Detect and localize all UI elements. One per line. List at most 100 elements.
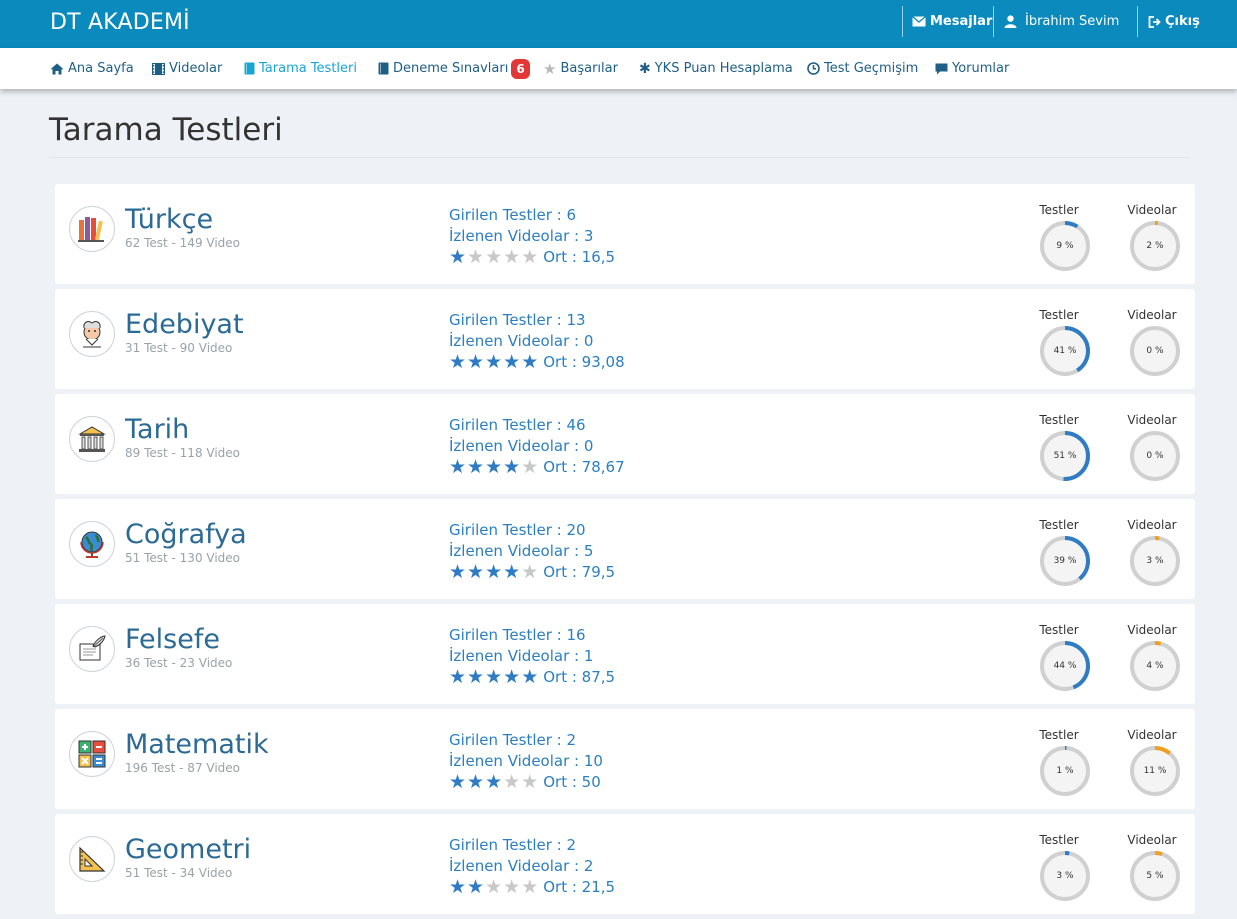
tests-gauge-label: Testler xyxy=(1039,203,1079,217)
nav-item-yks-puan-hesaplama[interactable]: ✱ YKS Puan Hesaplama xyxy=(639,48,793,89)
subject-name[interactable]: Türkçe xyxy=(125,204,213,235)
tests-gauge-label: Testler xyxy=(1039,518,1079,532)
rating-star: ★ xyxy=(503,771,521,793)
subject-meta: 31 Test - 90 Video xyxy=(125,341,233,355)
subject-meta: 89 Test - 118 Video xyxy=(125,446,241,460)
divider xyxy=(902,6,903,37)
subject-name[interactable]: Matematik xyxy=(125,729,269,760)
rating-star: ★ xyxy=(521,876,539,898)
subject-card[interactable]: Türkçe 62 Test - 149 Video Girilen Testler… xyxy=(55,184,1195,284)
tests-progress-value: 39 % xyxy=(1053,556,1077,566)
tests-progress-gauge: 3 % xyxy=(1039,850,1091,902)
nav-item-basarilar[interactable]: ★ Başarılar xyxy=(543,48,618,89)
brand-logo[interactable]: DT AKADEMİ xyxy=(50,10,190,35)
rating-stars: ★ ★ ★ ★ ★ Ort : 93,08 xyxy=(449,352,625,373)
nav-item-ana-sayfa[interactable]: Ana Sayfa xyxy=(50,48,134,89)
user-name: İbrahim Sevim xyxy=(1025,14,1120,29)
nav-item-deneme-sinavlari[interactable]: Deneme Sınavları 6 xyxy=(378,48,530,89)
rating-star: ★ xyxy=(503,456,521,478)
poet-icon xyxy=(69,311,115,357)
subject-card[interactable]: Geometri 51 Test - 34 Video Girilen Testle… xyxy=(55,814,1195,914)
subject-name[interactable]: Felsefe xyxy=(125,624,220,655)
videos-progress-gauge: 11 % xyxy=(1129,745,1181,797)
videos-progress-gauge: 2 % xyxy=(1129,220,1181,272)
star-icon: ★ xyxy=(543,59,557,78)
rating-star: ★ xyxy=(521,456,539,478)
videos-watched: İzlenen Videolar : 1 xyxy=(449,647,594,665)
subject-name[interactable]: Tarih xyxy=(125,414,189,445)
subject-meta: 62 Test - 149 Video xyxy=(125,236,241,250)
rating-star: ★ xyxy=(467,351,485,373)
videos-progress-value: 3 % xyxy=(1146,556,1164,566)
rating-star: ★ xyxy=(485,876,503,898)
subject-card[interactable]: Coğrafya 51 Test - 130 Video Girilen Testl… xyxy=(55,499,1195,599)
tests-progress-gauge: 39 % xyxy=(1039,535,1091,587)
rating-stars: ★ ★ ★ ★ ★ Ort : 79,5 xyxy=(449,562,615,583)
logout-link[interactable]: Çıkış xyxy=(1148,6,1200,37)
subject-name[interactable]: Geometri xyxy=(125,834,251,865)
videos-progress-value: 4 % xyxy=(1146,661,1164,671)
rating-star: ★ xyxy=(449,351,467,373)
rating-stars: ★ ★ ★ ★ ★ Ort : 16,5 xyxy=(449,247,615,268)
videos-gauge-label: Videolar xyxy=(1127,413,1177,427)
videos-watched: İzlenen Videolar : 3 xyxy=(449,227,594,245)
tests-entered: Girilen Testler : 13 xyxy=(449,311,586,329)
videos-progress-value: 11 % xyxy=(1143,766,1167,776)
nav-item-videolar[interactable]: Videolar xyxy=(152,48,222,89)
average-score: Ort : 93,08 xyxy=(543,353,625,371)
subject-card[interactable]: Tarih 89 Test - 118 Video Girilen Testler … xyxy=(55,394,1195,494)
videos-watched: İzlenen Videolar : 10 xyxy=(449,752,603,770)
globe-icon xyxy=(69,521,115,567)
messages-link[interactable]: Mesajlar xyxy=(912,6,992,37)
rating-star: ★ xyxy=(521,561,539,583)
user-menu[interactable]: İbrahim Sevim xyxy=(1004,6,1119,37)
videos-watched: İzlenen Videolar : 2 xyxy=(449,857,594,875)
nav-item-tarama-testleri[interactable]: Tarama Testleri xyxy=(244,48,357,89)
videos-watched: İzlenen Videolar : 5 xyxy=(449,542,594,560)
average-score: Ort : 78,67 xyxy=(543,458,625,476)
videos-gauge-label: Videolar xyxy=(1127,728,1177,742)
page-title: Tarama Testleri xyxy=(49,112,283,148)
subject-meta: 36 Test - 23 Video xyxy=(125,656,233,670)
logout-label: Çıkış xyxy=(1165,14,1200,29)
rating-star: ★ xyxy=(503,246,521,268)
nav-item-yorumlar[interactable]: Yorumlar xyxy=(935,48,1009,89)
subject-card[interactable]: Felsefe 36 Test - 23 Video Girilen Testler… xyxy=(55,604,1195,704)
subject-name[interactable]: Coğrafya xyxy=(125,519,247,550)
videos-gauge-label: Videolar xyxy=(1127,518,1177,532)
film-icon xyxy=(152,62,165,75)
sign-out-icon xyxy=(1148,15,1161,28)
subject-card[interactable]: Edebiyat 31 Test - 90 Video Girilen Testle… xyxy=(55,289,1195,389)
messages-label: Mesajlar xyxy=(930,14,993,29)
rating-star: ★ xyxy=(503,876,521,898)
tests-progress-value: 51 % xyxy=(1053,451,1077,461)
subject-stats: Girilen Testler : 2 İzlenen Videolar : 2 ★… xyxy=(449,835,615,899)
subject-meta: 196 Test - 87 Video xyxy=(125,761,241,775)
nav-item-test-gecmisim[interactable]: Test Geçmişim xyxy=(807,48,918,89)
rating-star: ★ xyxy=(467,246,485,268)
rating-star: ★ xyxy=(503,561,521,583)
rating-star: ★ xyxy=(503,351,521,373)
subject-name[interactable]: Edebiyat xyxy=(125,309,244,340)
subject-stats: Girilen Testler : 20 İzlenen Videolar : 5… xyxy=(449,520,615,584)
tests-progress-value: 9 % xyxy=(1056,241,1074,251)
subject-stats: Girilen Testler : 2 İzlenen Videolar : 10… xyxy=(449,730,603,794)
main-nav: Ana Sayfa Videolar Tarama Testleri Denem… xyxy=(0,48,1237,89)
tests-progress-value: 1 % xyxy=(1056,766,1074,776)
videos-progress-value: 5 % xyxy=(1146,871,1164,881)
videos-progress-gauge: 3 % xyxy=(1129,535,1181,587)
set-square-icon xyxy=(69,836,115,882)
videos-gauge-label: Videolar xyxy=(1127,308,1177,322)
rating-star: ★ xyxy=(485,561,503,583)
rating-stars: ★ ★ ★ ★ ★ Ort : 78,67 xyxy=(449,457,625,478)
tests-progress-gauge: 51 % xyxy=(1039,430,1091,482)
asterisk-icon: ✱ xyxy=(639,60,651,77)
tests-progress-value: 3 % xyxy=(1056,871,1074,881)
tests-entered: Girilen Testler : 46 xyxy=(449,416,586,434)
subject-card[interactable]: Matematik 196 Test - 87 Video Girilen Test… xyxy=(55,709,1195,809)
rating-star: ★ xyxy=(503,666,521,688)
videos-progress-gauge: 0 % xyxy=(1129,430,1181,482)
envelope-icon xyxy=(912,16,926,27)
book-icon xyxy=(378,62,389,75)
tests-entered: Girilen Testler : 2 xyxy=(449,836,577,854)
